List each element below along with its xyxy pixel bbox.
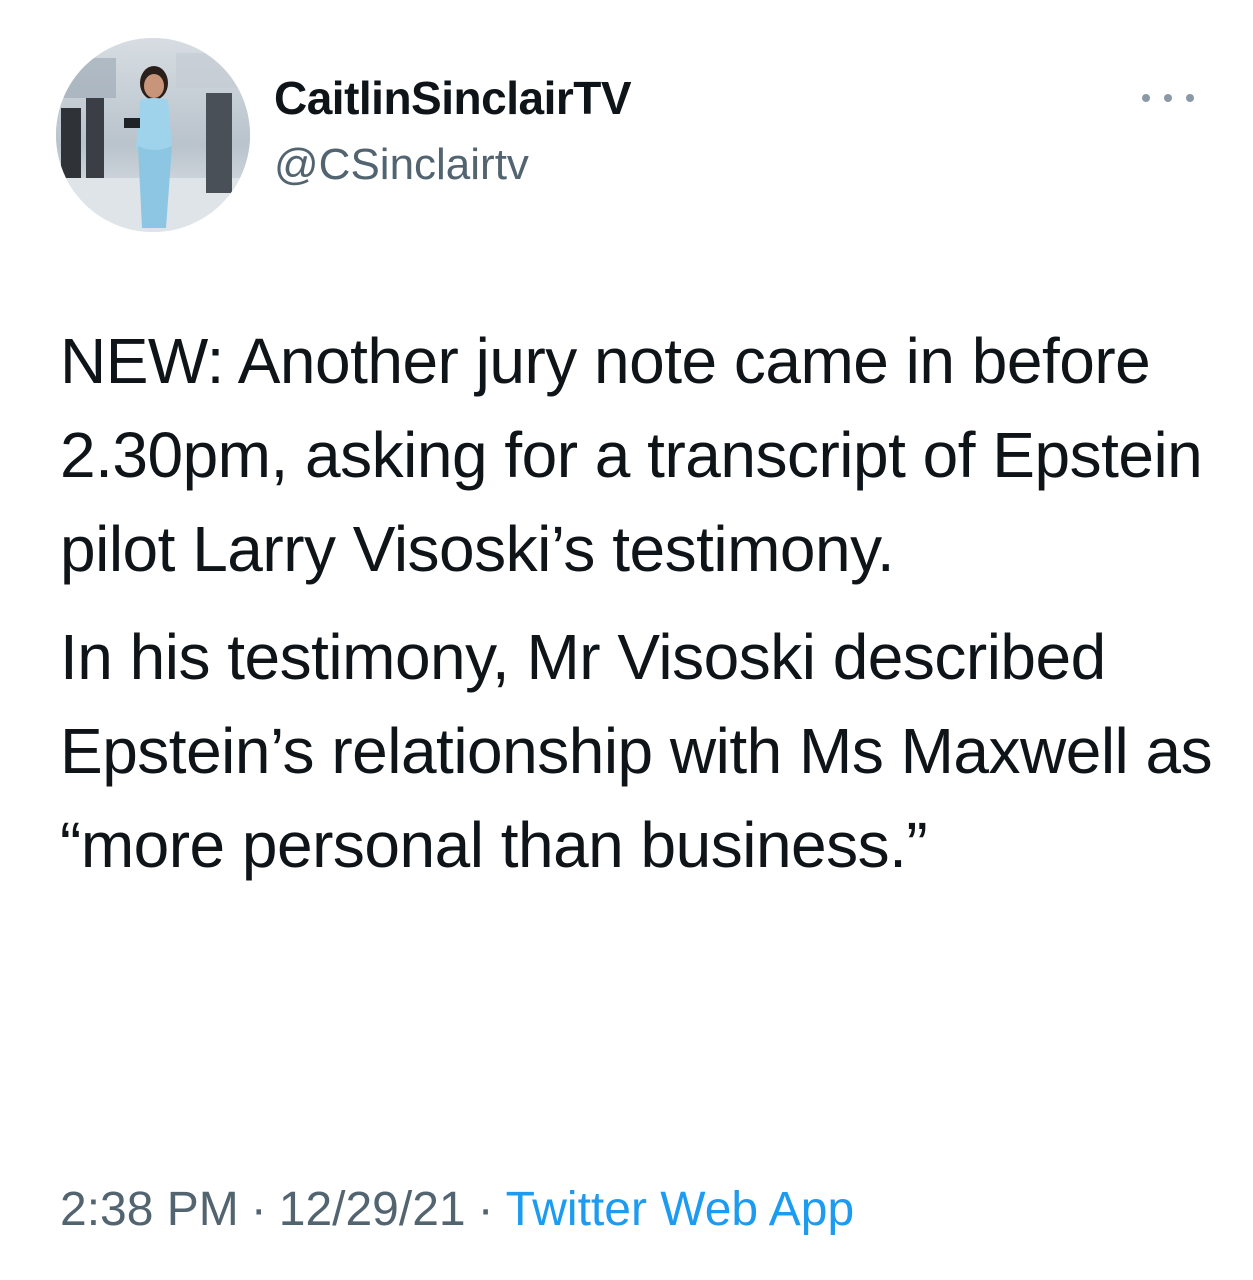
- tweet-paragraph: NEW: Another jury note came in before 2.…: [60, 325, 1203, 585]
- avatar[interactable]: [56, 38, 250, 232]
- separator: ·: [250, 1183, 267, 1236]
- tweet-metadata: 2:38 PM · 12/29/21 · Twitter Web App: [60, 1178, 854, 1242]
- user-handle[interactable]: @CSinclairtv: [274, 138, 529, 192]
- tweet-time[interactable]: 2:38 PM: [60, 1183, 239, 1236]
- profile-photo-icon: [56, 38, 250, 232]
- display-name[interactable]: CaitlinSinclairTV: [274, 70, 632, 126]
- tweet-paragraph: In his testimony, Mr Visoski described E…: [60, 621, 1213, 881]
- dot: [1186, 94, 1194, 102]
- tweet-card: CaitlinSinclairTV @CSinclairtv NEW: Anot…: [0, 0, 1253, 1280]
- dot: [1164, 94, 1172, 102]
- separator: ·: [477, 1183, 494, 1236]
- tweet-text: NEW: Another jury note came in before 2.…: [60, 314, 1220, 892]
- tweet-source-link[interactable]: Twitter Web App: [506, 1183, 855, 1236]
- tweet-date[interactable]: 12/29/21: [279, 1183, 466, 1236]
- more-options-icon[interactable]: [1142, 84, 1194, 112]
- dot: [1142, 94, 1150, 102]
